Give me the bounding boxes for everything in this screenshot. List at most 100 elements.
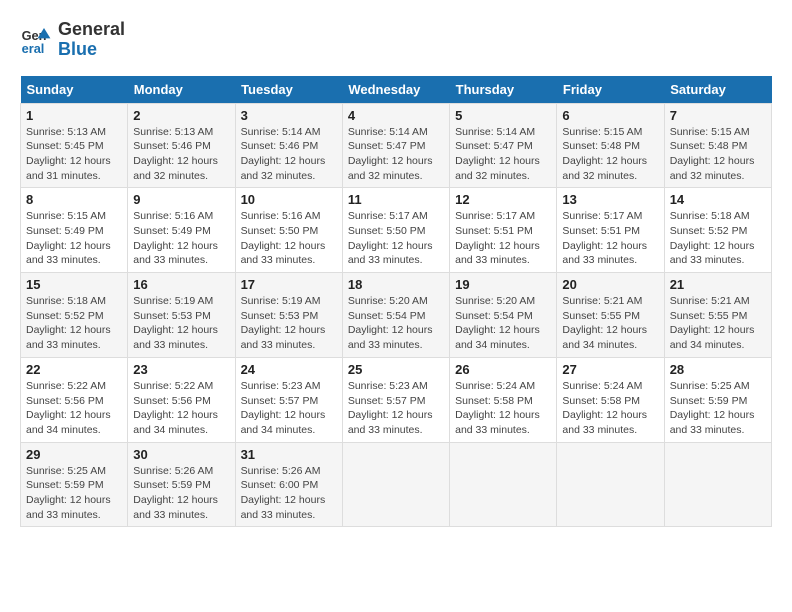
daylight-label: Daylight: 12 hours and 34 minutes. bbox=[241, 409, 326, 436]
daylight-label: Daylight: 12 hours and 33 minutes. bbox=[670, 409, 755, 436]
day-info: Sunrise: 5:25 AM Sunset: 5:59 PM Dayligh… bbox=[670, 379, 766, 438]
day-info: Sunrise: 5:24 AM Sunset: 5:58 PM Dayligh… bbox=[562, 379, 658, 438]
calendar-cell bbox=[557, 442, 664, 527]
sunset-label: Sunset: 6:00 PM bbox=[241, 479, 319, 491]
calendar-cell: 7 Sunrise: 5:15 AM Sunset: 5:48 PM Dayli… bbox=[664, 103, 771, 188]
sunrise-label: Sunrise: 5:14 AM bbox=[455, 126, 535, 138]
sunrise-label: Sunrise: 5:17 AM bbox=[562, 210, 642, 222]
sunset-label: Sunset: 5:57 PM bbox=[241, 395, 319, 407]
day-number: 10 bbox=[241, 192, 337, 207]
sunset-label: Sunset: 5:59 PM bbox=[133, 479, 211, 491]
day-number: 7 bbox=[670, 108, 766, 123]
day-info: Sunrise: 5:14 AM Sunset: 5:47 PM Dayligh… bbox=[455, 125, 551, 184]
day-info: Sunrise: 5:14 AM Sunset: 5:46 PM Dayligh… bbox=[241, 125, 337, 184]
svg-text:eral: eral bbox=[22, 41, 45, 56]
day-info: Sunrise: 5:15 AM Sunset: 5:48 PM Dayligh… bbox=[670, 125, 766, 184]
sunrise-label: Sunrise: 5:26 AM bbox=[241, 465, 321, 477]
daylight-label: Daylight: 12 hours and 33 minutes. bbox=[241, 494, 326, 521]
calendar-cell: 11 Sunrise: 5:17 AM Sunset: 5:50 PM Dayl… bbox=[342, 188, 449, 273]
calendar-cell: 9 Sunrise: 5:16 AM Sunset: 5:49 PM Dayli… bbox=[128, 188, 235, 273]
calendar-row: 15 Sunrise: 5:18 AM Sunset: 5:52 PM Dayl… bbox=[21, 273, 772, 358]
sunrise-label: Sunrise: 5:25 AM bbox=[26, 465, 106, 477]
daylight-label: Daylight: 12 hours and 34 minutes. bbox=[670, 324, 755, 351]
daylight-label: Daylight: 12 hours and 33 minutes. bbox=[133, 324, 218, 351]
daylight-label: Daylight: 12 hours and 33 minutes. bbox=[455, 409, 540, 436]
sunrise-label: Sunrise: 5:14 AM bbox=[348, 126, 428, 138]
day-number: 19 bbox=[455, 277, 551, 292]
sunset-label: Sunset: 5:54 PM bbox=[348, 310, 426, 322]
calendar-cell: 2 Sunrise: 5:13 AM Sunset: 5:46 PM Dayli… bbox=[128, 103, 235, 188]
calendar-cell: 16 Sunrise: 5:19 AM Sunset: 5:53 PM Dayl… bbox=[128, 273, 235, 358]
calendar-cell: 15 Sunrise: 5:18 AM Sunset: 5:52 PM Dayl… bbox=[21, 273, 128, 358]
calendar-cell: 12 Sunrise: 5:17 AM Sunset: 5:51 PM Dayl… bbox=[450, 188, 557, 273]
daylight-label: Daylight: 12 hours and 34 minutes. bbox=[133, 409, 218, 436]
sunrise-label: Sunrise: 5:20 AM bbox=[455, 295, 535, 307]
day-number: 17 bbox=[241, 277, 337, 292]
sunset-label: Sunset: 5:52 PM bbox=[26, 310, 104, 322]
day-number: 28 bbox=[670, 362, 766, 377]
calendar-body: 1 Sunrise: 5:13 AM Sunset: 5:45 PM Dayli… bbox=[21, 103, 772, 527]
daylight-label: Daylight: 12 hours and 33 minutes. bbox=[562, 240, 647, 267]
day-info: Sunrise: 5:18 AM Sunset: 5:52 PM Dayligh… bbox=[26, 294, 122, 353]
calendar-row: 1 Sunrise: 5:13 AM Sunset: 5:45 PM Dayli… bbox=[21, 103, 772, 188]
day-info: Sunrise: 5:24 AM Sunset: 5:58 PM Dayligh… bbox=[455, 379, 551, 438]
day-number: 21 bbox=[670, 277, 766, 292]
daylight-label: Daylight: 12 hours and 33 minutes. bbox=[455, 240, 540, 267]
day-number: 31 bbox=[241, 447, 337, 462]
day-number: 16 bbox=[133, 277, 229, 292]
sunset-label: Sunset: 5:49 PM bbox=[26, 225, 104, 237]
logo-icon: Gen eral bbox=[20, 24, 52, 56]
page-header: Gen eral General Blue bbox=[20, 20, 772, 60]
day-info: Sunrise: 5:20 AM Sunset: 5:54 PM Dayligh… bbox=[455, 294, 551, 353]
daylight-label: Daylight: 12 hours and 33 minutes. bbox=[670, 240, 755, 267]
header-friday: Friday bbox=[557, 76, 664, 104]
sunrise-label: Sunrise: 5:24 AM bbox=[455, 380, 535, 392]
day-number: 4 bbox=[348, 108, 444, 123]
day-info: Sunrise: 5:23 AM Sunset: 5:57 PM Dayligh… bbox=[241, 379, 337, 438]
daylight-label: Daylight: 12 hours and 33 minutes. bbox=[241, 324, 326, 351]
sunset-label: Sunset: 5:48 PM bbox=[562, 140, 640, 152]
day-number: 20 bbox=[562, 277, 658, 292]
calendar-cell: 18 Sunrise: 5:20 AM Sunset: 5:54 PM Dayl… bbox=[342, 273, 449, 358]
calendar-row: 22 Sunrise: 5:22 AM Sunset: 5:56 PM Dayl… bbox=[21, 357, 772, 442]
daylight-label: Daylight: 12 hours and 31 minutes. bbox=[26, 155, 111, 182]
calendar-cell bbox=[450, 442, 557, 527]
daylight-label: Daylight: 12 hours and 33 minutes. bbox=[348, 324, 433, 351]
sunrise-label: Sunrise: 5:18 AM bbox=[26, 295, 106, 307]
day-info: Sunrise: 5:14 AM Sunset: 5:47 PM Dayligh… bbox=[348, 125, 444, 184]
header-wednesday: Wednesday bbox=[342, 76, 449, 104]
calendar-cell: 31 Sunrise: 5:26 AM Sunset: 6:00 PM Dayl… bbox=[235, 442, 342, 527]
calendar-cell: 5 Sunrise: 5:14 AM Sunset: 5:47 PM Dayli… bbox=[450, 103, 557, 188]
calendar-cell: 20 Sunrise: 5:21 AM Sunset: 5:55 PM Dayl… bbox=[557, 273, 664, 358]
sunrise-label: Sunrise: 5:14 AM bbox=[241, 126, 321, 138]
sunset-label: Sunset: 5:49 PM bbox=[133, 225, 211, 237]
sunrise-label: Sunrise: 5:22 AM bbox=[26, 380, 106, 392]
sunrise-label: Sunrise: 5:23 AM bbox=[241, 380, 321, 392]
sunrise-label: Sunrise: 5:16 AM bbox=[241, 210, 321, 222]
sunrise-label: Sunrise: 5:22 AM bbox=[133, 380, 213, 392]
day-info: Sunrise: 5:13 AM Sunset: 5:45 PM Dayligh… bbox=[26, 125, 122, 184]
day-number: 5 bbox=[455, 108, 551, 123]
daylight-label: Daylight: 12 hours and 33 minutes. bbox=[562, 409, 647, 436]
day-info: Sunrise: 5:22 AM Sunset: 5:56 PM Dayligh… bbox=[26, 379, 122, 438]
day-info: Sunrise: 5:26 AM Sunset: 5:59 PM Dayligh… bbox=[133, 464, 229, 523]
sunrise-label: Sunrise: 5:23 AM bbox=[348, 380, 428, 392]
header-sunday: Sunday bbox=[21, 76, 128, 104]
sunset-label: Sunset: 5:53 PM bbox=[133, 310, 211, 322]
calendar-cell: 19 Sunrise: 5:20 AM Sunset: 5:54 PM Dayl… bbox=[450, 273, 557, 358]
daylight-label: Daylight: 12 hours and 32 minutes. bbox=[455, 155, 540, 182]
daylight-label: Daylight: 12 hours and 34 minutes. bbox=[455, 324, 540, 351]
sunrise-label: Sunrise: 5:17 AM bbox=[348, 210, 428, 222]
day-number: 27 bbox=[562, 362, 658, 377]
day-info: Sunrise: 5:15 AM Sunset: 5:48 PM Dayligh… bbox=[562, 125, 658, 184]
day-number: 13 bbox=[562, 192, 658, 207]
sunset-label: Sunset: 5:47 PM bbox=[348, 140, 426, 152]
calendar-cell: 8 Sunrise: 5:15 AM Sunset: 5:49 PM Dayli… bbox=[21, 188, 128, 273]
daylight-label: Daylight: 12 hours and 33 minutes. bbox=[241, 240, 326, 267]
sunrise-label: Sunrise: 5:19 AM bbox=[241, 295, 321, 307]
calendar-row: 29 Sunrise: 5:25 AM Sunset: 5:59 PM Dayl… bbox=[21, 442, 772, 527]
calendar-cell: 17 Sunrise: 5:19 AM Sunset: 5:53 PM Dayl… bbox=[235, 273, 342, 358]
calendar-cell: 23 Sunrise: 5:22 AM Sunset: 5:56 PM Dayl… bbox=[128, 357, 235, 442]
calendar-row: 8 Sunrise: 5:15 AM Sunset: 5:49 PM Dayli… bbox=[21, 188, 772, 273]
sunrise-label: Sunrise: 5:25 AM bbox=[670, 380, 750, 392]
